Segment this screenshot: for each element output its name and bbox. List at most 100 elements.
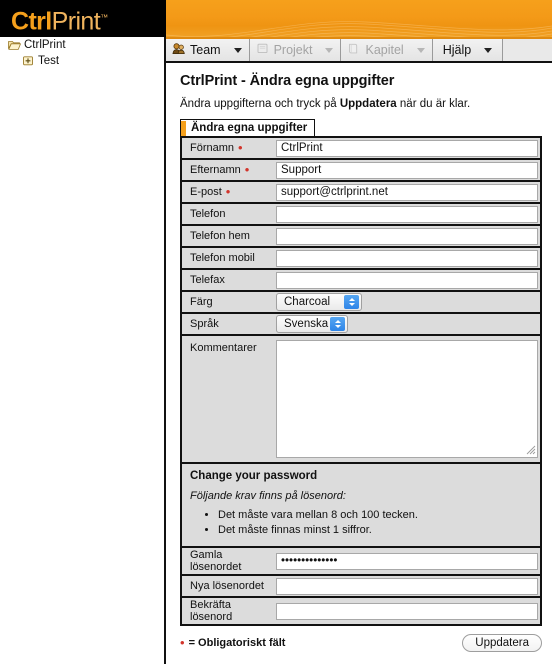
password-requirements-note: Följande krav finns på lösenord: — [190, 490, 346, 502]
password-info-band: Change your password Följande krav finns… — [182, 464, 540, 548]
telefon-input[interactable] — [276, 205, 538, 223]
field-control — [276, 205, 538, 223]
field-label-wrap: Nya lösenordet — [184, 580, 276, 592]
gamla-losenordet-input[interactable] — [276, 552, 538, 570]
password-rule: Det måste finnas minst 1 siffror. — [218, 523, 532, 538]
farg-select-value: Charcoal — [284, 296, 331, 308]
subtitle-part-1: Ändra uppgifterna och tryck på — [180, 98, 340, 110]
nav-tab-label: Projekt — [273, 43, 313, 57]
field-control — [276, 139, 538, 157]
field-control — [276, 249, 538, 267]
field-control — [276, 227, 538, 245]
nav-tab-label: Kapitel — [365, 43, 404, 57]
expand-plus-icon[interactable] — [22, 55, 35, 67]
form-footer: • = Obligatoriskt fält Uppdatera — [180, 634, 542, 652]
field-control — [276, 161, 538, 179]
field-label-wrap: Telefax — [184, 274, 276, 286]
form-row-telefax: Telefax — [182, 270, 540, 292]
trademark-icon: ™ — [100, 13, 108, 22]
required-marker-icon: • — [244, 162, 250, 177]
field-label: Telefax — [190, 274, 225, 286]
telefon-hem-input[interactable] — [276, 227, 538, 245]
field-label-wrap: Gamla lösenordet — [184, 549, 276, 573]
chevron-down-icon — [325, 47, 334, 53]
sidebar-item-test[interactable]: Test — [0, 53, 164, 69]
password-rule: Det måste vara mellan 8 och 100 tecken. — [218, 508, 532, 523]
password-rules-list: Det måste vara mellan 8 och 100 tecken. … — [190, 508, 532, 538]
nya-losenordet-input[interactable] — [276, 577, 538, 595]
profile-form: Förnamn • Efternamn • E-post — [180, 136, 542, 626]
chapter-icon — [347, 42, 360, 58]
form-row-farg: Färg Charcoal — [182, 292, 540, 314]
field-label: Gamla lösenordet — [190, 549, 242, 573]
form-row-telefon-mobil: Telefon mobil — [182, 248, 540, 270]
kommentarer-textarea[interactable] — [276, 340, 538, 458]
subtitle-part-2: när du är klar. — [396, 98, 471, 110]
field-label: Förnamn — [190, 142, 235, 154]
field-label: Bekräfta lösenord — [190, 599, 233, 623]
fornamn-input[interactable] — [276, 139, 538, 157]
form-row-sprak: Språk Svenska — [182, 314, 540, 336]
nav-filler — [503, 39, 552, 61]
nav-tab-hjalp[interactable]: Hjälp — [432, 39, 504, 61]
field-label: Efternamn — [190, 164, 241, 176]
form-row-efternamn: Efternamn • — [182, 160, 540, 182]
app-banner: CtrlPrint™ — [0, 0, 552, 37]
field-label-wrap: Efternamn • — [184, 162, 276, 177]
form-row-telefon-hem: Telefon hem — [182, 226, 540, 248]
field-label: E-post — [190, 186, 222, 198]
field-label: Färg — [190, 296, 213, 308]
bekrafta-losenord-input[interactable] — [276, 602, 538, 620]
logo-panel: CtrlPrint™ — [0, 0, 166, 37]
farg-select[interactable]: Charcoal — [276, 293, 362, 311]
resize-grip-icon[interactable] — [525, 444, 536, 455]
page-subtitle: Ändra uppgifterna och tryck på Uppdatera… — [180, 98, 544, 110]
sidebar-item-ctrlprint[interactable]: CtrlPrint — [0, 37, 164, 53]
nav-tab-label: Team — [190, 43, 221, 57]
logo-text-light: Print — [51, 7, 101, 36]
sprak-select-value: Svenska — [284, 318, 329, 330]
stepper-arrows-icon[interactable] — [344, 295, 359, 309]
field-label-wrap: E-post • — [184, 185, 276, 198]
chevron-down-icon[interactable] — [233, 47, 242, 53]
form-row-bekrafta-losenord: Bekräfta lösenord — [182, 598, 540, 624]
field-control — [276, 602, 538, 620]
field-control: Charcoal — [276, 293, 538, 311]
tab-andra-egna-uppgifter[interactable]: Ändra egna uppgifter — [180, 119, 316, 136]
sidebar-tree: CtrlPrint Test — [0, 37, 166, 664]
field-control — [276, 577, 538, 595]
field-control — [276, 183, 538, 201]
required-marker-icon: • — [238, 140, 243, 155]
form-row-nya-losenordet: Nya lösenordet — [182, 576, 540, 598]
pane-tab-row: Ändra egna uppgifter — [180, 119, 544, 136]
sprak-select[interactable]: Svenska — [276, 315, 348, 333]
nav-tab-kapitel: Kapitel — [341, 39, 433, 61]
password-section-title: Change your password — [190, 470, 318, 482]
form-row-telefon: Telefon — [182, 204, 540, 226]
team-icon — [172, 42, 185, 58]
tab-label: Ändra egna uppgifter — [191, 122, 308, 134]
banner-gradient — [166, 0, 552, 37]
efternamn-input[interactable] — [276, 161, 538, 179]
stepper-arrows-icon[interactable] — [330, 317, 345, 331]
chevron-down-icon — [416, 47, 425, 53]
field-label: Telefon — [190, 208, 226, 220]
field-label: Telefon mobil — [190, 252, 255, 264]
epost-input[interactable] — [276, 183, 538, 201]
field-label: Telefon hem — [190, 230, 250, 242]
form-row-fornamn: Förnamn • — [182, 138, 540, 160]
field-control — [276, 340, 538, 458]
subtitle-bold: Uppdatera — [339, 98, 397, 110]
field-control: Svenska — [276, 315, 538, 333]
field-label-wrap: Färg — [184, 296, 276, 308]
chevron-down-icon[interactable] — [484, 47, 493, 53]
field-label-wrap: Telefon mobil — [184, 252, 276, 264]
field-label: Kommentarer — [190, 342, 257, 354]
field-label-wrap: Bekräfta lösenord — [184, 599, 276, 623]
main-navigation: Team Projekt Kapitel Hjälp — [166, 37, 552, 63]
nav-tab-team[interactable]: Team — [166, 39, 250, 61]
uppdatera-button[interactable]: Uppdatera — [462, 634, 542, 652]
telefax-input[interactable] — [276, 271, 538, 289]
telefon-mobil-input[interactable] — [276, 249, 538, 267]
field-label-wrap: Språk — [184, 318, 276, 330]
